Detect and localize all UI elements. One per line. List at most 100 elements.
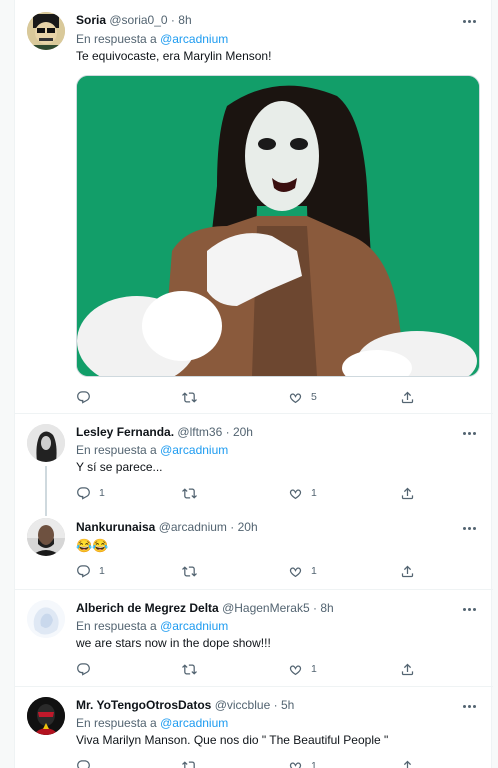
share-button[interactable]	[400, 757, 415, 768]
share-icon	[400, 759, 415, 768]
more-options-icon[interactable]	[459, 699, 479, 713]
author-handle[interactable]: @arcadnium	[159, 520, 227, 534]
share-button[interactable]	[400, 388, 415, 406]
reply-button[interactable]	[76, 388, 91, 406]
like-button[interactable]: 5	[288, 388, 317, 406]
reply-mention-link[interactable]: @arcadnium	[160, 32, 228, 46]
reply-mention-link[interactable]: @arcadnium	[160, 716, 228, 730]
tweet-text: Te equivocaste, era Marylin Menson!	[76, 49, 272, 63]
share-icon	[400, 662, 415, 677]
heart-icon	[288, 564, 303, 579]
reply-prefix: En respuesta a	[76, 619, 157, 633]
heart-icon	[288, 390, 303, 405]
heart-icon	[288, 486, 303, 501]
reply-mention-link[interactable]: @arcadnium	[160, 443, 228, 457]
retweet-icon	[182, 564, 197, 579]
tweet-time[interactable]: 20h	[233, 425, 253, 439]
like-count: 1	[311, 565, 317, 577]
tweet-lesley[interactable]: Lesley Fernanda. @lftm36 · 20h En respue…	[15, 414, 493, 516]
reply-context: En respuesta a @arcadnium	[76, 619, 228, 634]
tweet-time[interactable]: 8h	[178, 13, 191, 27]
like-button[interactable]: 1	[288, 562, 317, 580]
avatar-soria[interactable]	[27, 12, 65, 50]
reply-button[interactable]	[76, 757, 91, 768]
reply-icon	[76, 390, 91, 405]
retweet-icon	[182, 390, 197, 405]
reply-mention-link[interactable]: @arcadnium	[160, 619, 228, 633]
tweet-text: we are stars now in the dope show!!!	[76, 636, 271, 650]
tweet-actions: 5	[76, 388, 416, 406]
like-button[interactable]: 1	[288, 660, 317, 678]
reply-context: En respuesta a @arcadnium	[76, 716, 228, 731]
share-button[interactable]	[400, 562, 415, 580]
reply-context: En respuesta a @arcadnium	[76, 32, 228, 47]
tweet-alberich[interactable]: Alberich de Megrez Delta @HagenMerak5 · …	[15, 590, 493, 686]
reply-button[interactable]	[76, 660, 91, 678]
author-name[interactable]: Lesley Fernanda.	[76, 425, 174, 439]
retweet-button[interactable]	[182, 562, 197, 580]
reply-button[interactable]: 1	[76, 562, 105, 580]
tweet-header: Alberich de Megrez Delta @HagenMerak5 · …	[76, 601, 334, 615]
retweet-icon	[182, 759, 197, 768]
tweet-text: Viva Marilyn Manson. Que nos dio " The B…	[76, 733, 389, 747]
tweet-header: Soria @soria0_0 · 8h	[76, 13, 192, 27]
reply-count: 1	[99, 565, 105, 577]
retweet-button[interactable]	[182, 660, 197, 678]
more-options-icon[interactable]	[459, 14, 479, 28]
reply-count: 1	[99, 487, 105, 499]
reply-context: En respuesta a @arcadnium	[76, 443, 228, 458]
more-options-icon[interactable]	[459, 521, 479, 535]
tweet-actions: 1	[76, 757, 416, 768]
reply-icon	[76, 486, 91, 501]
share-button[interactable]	[400, 660, 415, 678]
reply-button[interactable]: 1	[76, 484, 105, 502]
tweet-header: Lesley Fernanda. @lftm36 · 20h	[76, 425, 253, 439]
author-name[interactable]: Alberich de Megrez Delta	[76, 601, 219, 615]
like-button[interactable]: 1	[288, 757, 317, 768]
share-icon	[400, 486, 415, 501]
author-handle[interactable]: @soria0_0	[109, 13, 167, 27]
author-name[interactable]: Mr. YoTengoOtrosDatos	[76, 698, 211, 712]
author-handle[interactable]: @viccblue	[215, 698, 271, 712]
retweet-icon	[182, 486, 197, 501]
heart-icon	[288, 759, 303, 768]
retweet-button[interactable]	[182, 757, 197, 768]
tweet-actions: 1 1	[76, 562, 416, 580]
avatar-lesley[interactable]	[27, 424, 65, 462]
tweet-media-image[interactable]	[76, 75, 480, 377]
tweet-actions: 1 1	[76, 484, 416, 502]
timeline-feed: Soria @soria0_0 · 8h En respuesta a @arc…	[14, 0, 493, 768]
like-count: 1	[311, 487, 317, 499]
share-icon	[400, 564, 415, 579]
tweet-header: Mr. YoTengoOtrosDatos @viccblue · 5h	[76, 698, 295, 712]
reply-prefix: En respuesta a	[76, 716, 157, 730]
retweet-icon	[182, 662, 197, 677]
share-button[interactable]	[400, 484, 415, 502]
retweet-button[interactable]	[182, 484, 197, 502]
share-icon	[400, 390, 415, 405]
author-name[interactable]: Nankurunaisa	[76, 520, 155, 534]
avatar-nankurunaisa[interactable]	[27, 518, 65, 556]
author-handle[interactable]: @lftm36	[177, 425, 222, 439]
tweet-text: Y sí se parece...	[76, 460, 163, 474]
reply-prefix: En respuesta a	[76, 443, 157, 457]
avatar-alberich[interactable]	[27, 600, 65, 638]
like-count: 1	[311, 663, 317, 675]
reply-icon	[76, 759, 91, 768]
avatar-viccblue[interactable]	[27, 697, 65, 735]
tweet-time[interactable]: 5h	[281, 698, 294, 712]
like-count: 5	[311, 391, 317, 403]
tweet-time[interactable]: 8h	[320, 601, 333, 615]
author-name[interactable]: Soria	[76, 13, 106, 27]
tweet-nankurunaisa[interactable]: Nankurunaisa @arcadnium · 20h 😂😂 1 1	[15, 506, 493, 590]
tweet-time[interactable]: 20h	[238, 520, 258, 534]
retweet-button[interactable]	[182, 388, 197, 406]
like-button[interactable]: 1	[288, 484, 317, 502]
like-count: 1	[311, 760, 317, 768]
heart-icon	[288, 662, 303, 677]
more-options-icon[interactable]	[459, 426, 479, 440]
tweet-viccblue[interactable]: Mr. YoTengoOtrosDatos @viccblue · 5h En …	[15, 687, 493, 768]
tweet-soria[interactable]: Soria @soria0_0 · 8h En respuesta a @arc…	[15, 0, 493, 413]
more-options-icon[interactable]	[459, 602, 479, 616]
author-handle[interactable]: @HagenMerak5	[222, 601, 310, 615]
